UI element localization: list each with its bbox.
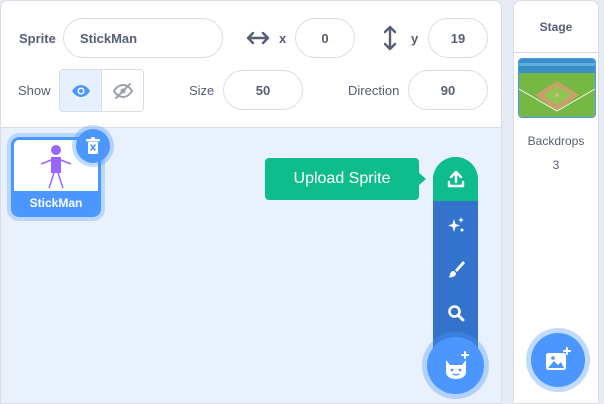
direction-input[interactable]: 90 [408, 70, 488, 110]
x-input[interactable]: 0 [295, 18, 355, 58]
x-arrows-icon [246, 31, 270, 45]
upload-sprite-button[interactable] [433, 157, 478, 201]
show-label: Show [18, 83, 51, 98]
sprite-tile-name: StickMan [14, 191, 98, 214]
paint-icon [447, 261, 465, 278]
show-visible-button[interactable] [60, 70, 101, 111]
backdrop-image-icon [546, 347, 571, 370]
surprise-icon [447, 217, 464, 232]
stage-pane: Stage Backdrops 3 [513, 0, 599, 404]
sprite-name-input[interactable]: StickMan [63, 18, 223, 58]
show-hidden-button[interactable] [101, 70, 143, 111]
eye-slash-icon [112, 82, 133, 99]
direction-label: Direction [348, 83, 400, 98]
sprite-label: Sprite [19, 31, 56, 46]
tooltip-arrow [418, 172, 426, 186]
search-icon [447, 305, 464, 322]
upload-icon [447, 170, 464, 188]
show-toggle-group [59, 69, 144, 112]
y-label: y [411, 31, 419, 46]
backdrops-label: Backdrops [527, 134, 585, 148]
paint-sprite-button[interactable] [433, 247, 478, 291]
delete-sprite-button[interactable] [76, 129, 110, 163]
cat-icon [445, 350, 469, 379]
size-input[interactable]: 50 [223, 70, 303, 110]
sprite-pane: Sprite StickMan x 0 y 19 Show Size 50 Di… [0, 0, 502, 404]
trash-icon [86, 137, 100, 154]
stage-thumbnail[interactable] [518, 58, 596, 118]
size-label: Size [189, 83, 215, 98]
upload-sprite-tooltip: Upload Sprite [265, 158, 419, 200]
sprite-info-panel: Sprite StickMan x 0 y 19 Show Size 50 Di… [1, 1, 501, 128]
y-input[interactable]: 19 [428, 18, 488, 58]
surprise-sprite-button[interactable] [433, 203, 478, 247]
x-label: x [279, 31, 287, 46]
search-sprite-button[interactable] [433, 291, 478, 335]
choose-sprite-menu [433, 157, 478, 357]
stage-header: Stage [514, 1, 598, 53]
choose-sprite-button[interactable] [427, 337, 484, 394]
backdrops-count: 3 [552, 158, 560, 172]
y-arrows-icon [383, 25, 397, 51]
choose-backdrop-button[interactable] [531, 333, 585, 387]
eye-icon [71, 84, 90, 97]
baseball-field-icon [519, 59, 595, 117]
